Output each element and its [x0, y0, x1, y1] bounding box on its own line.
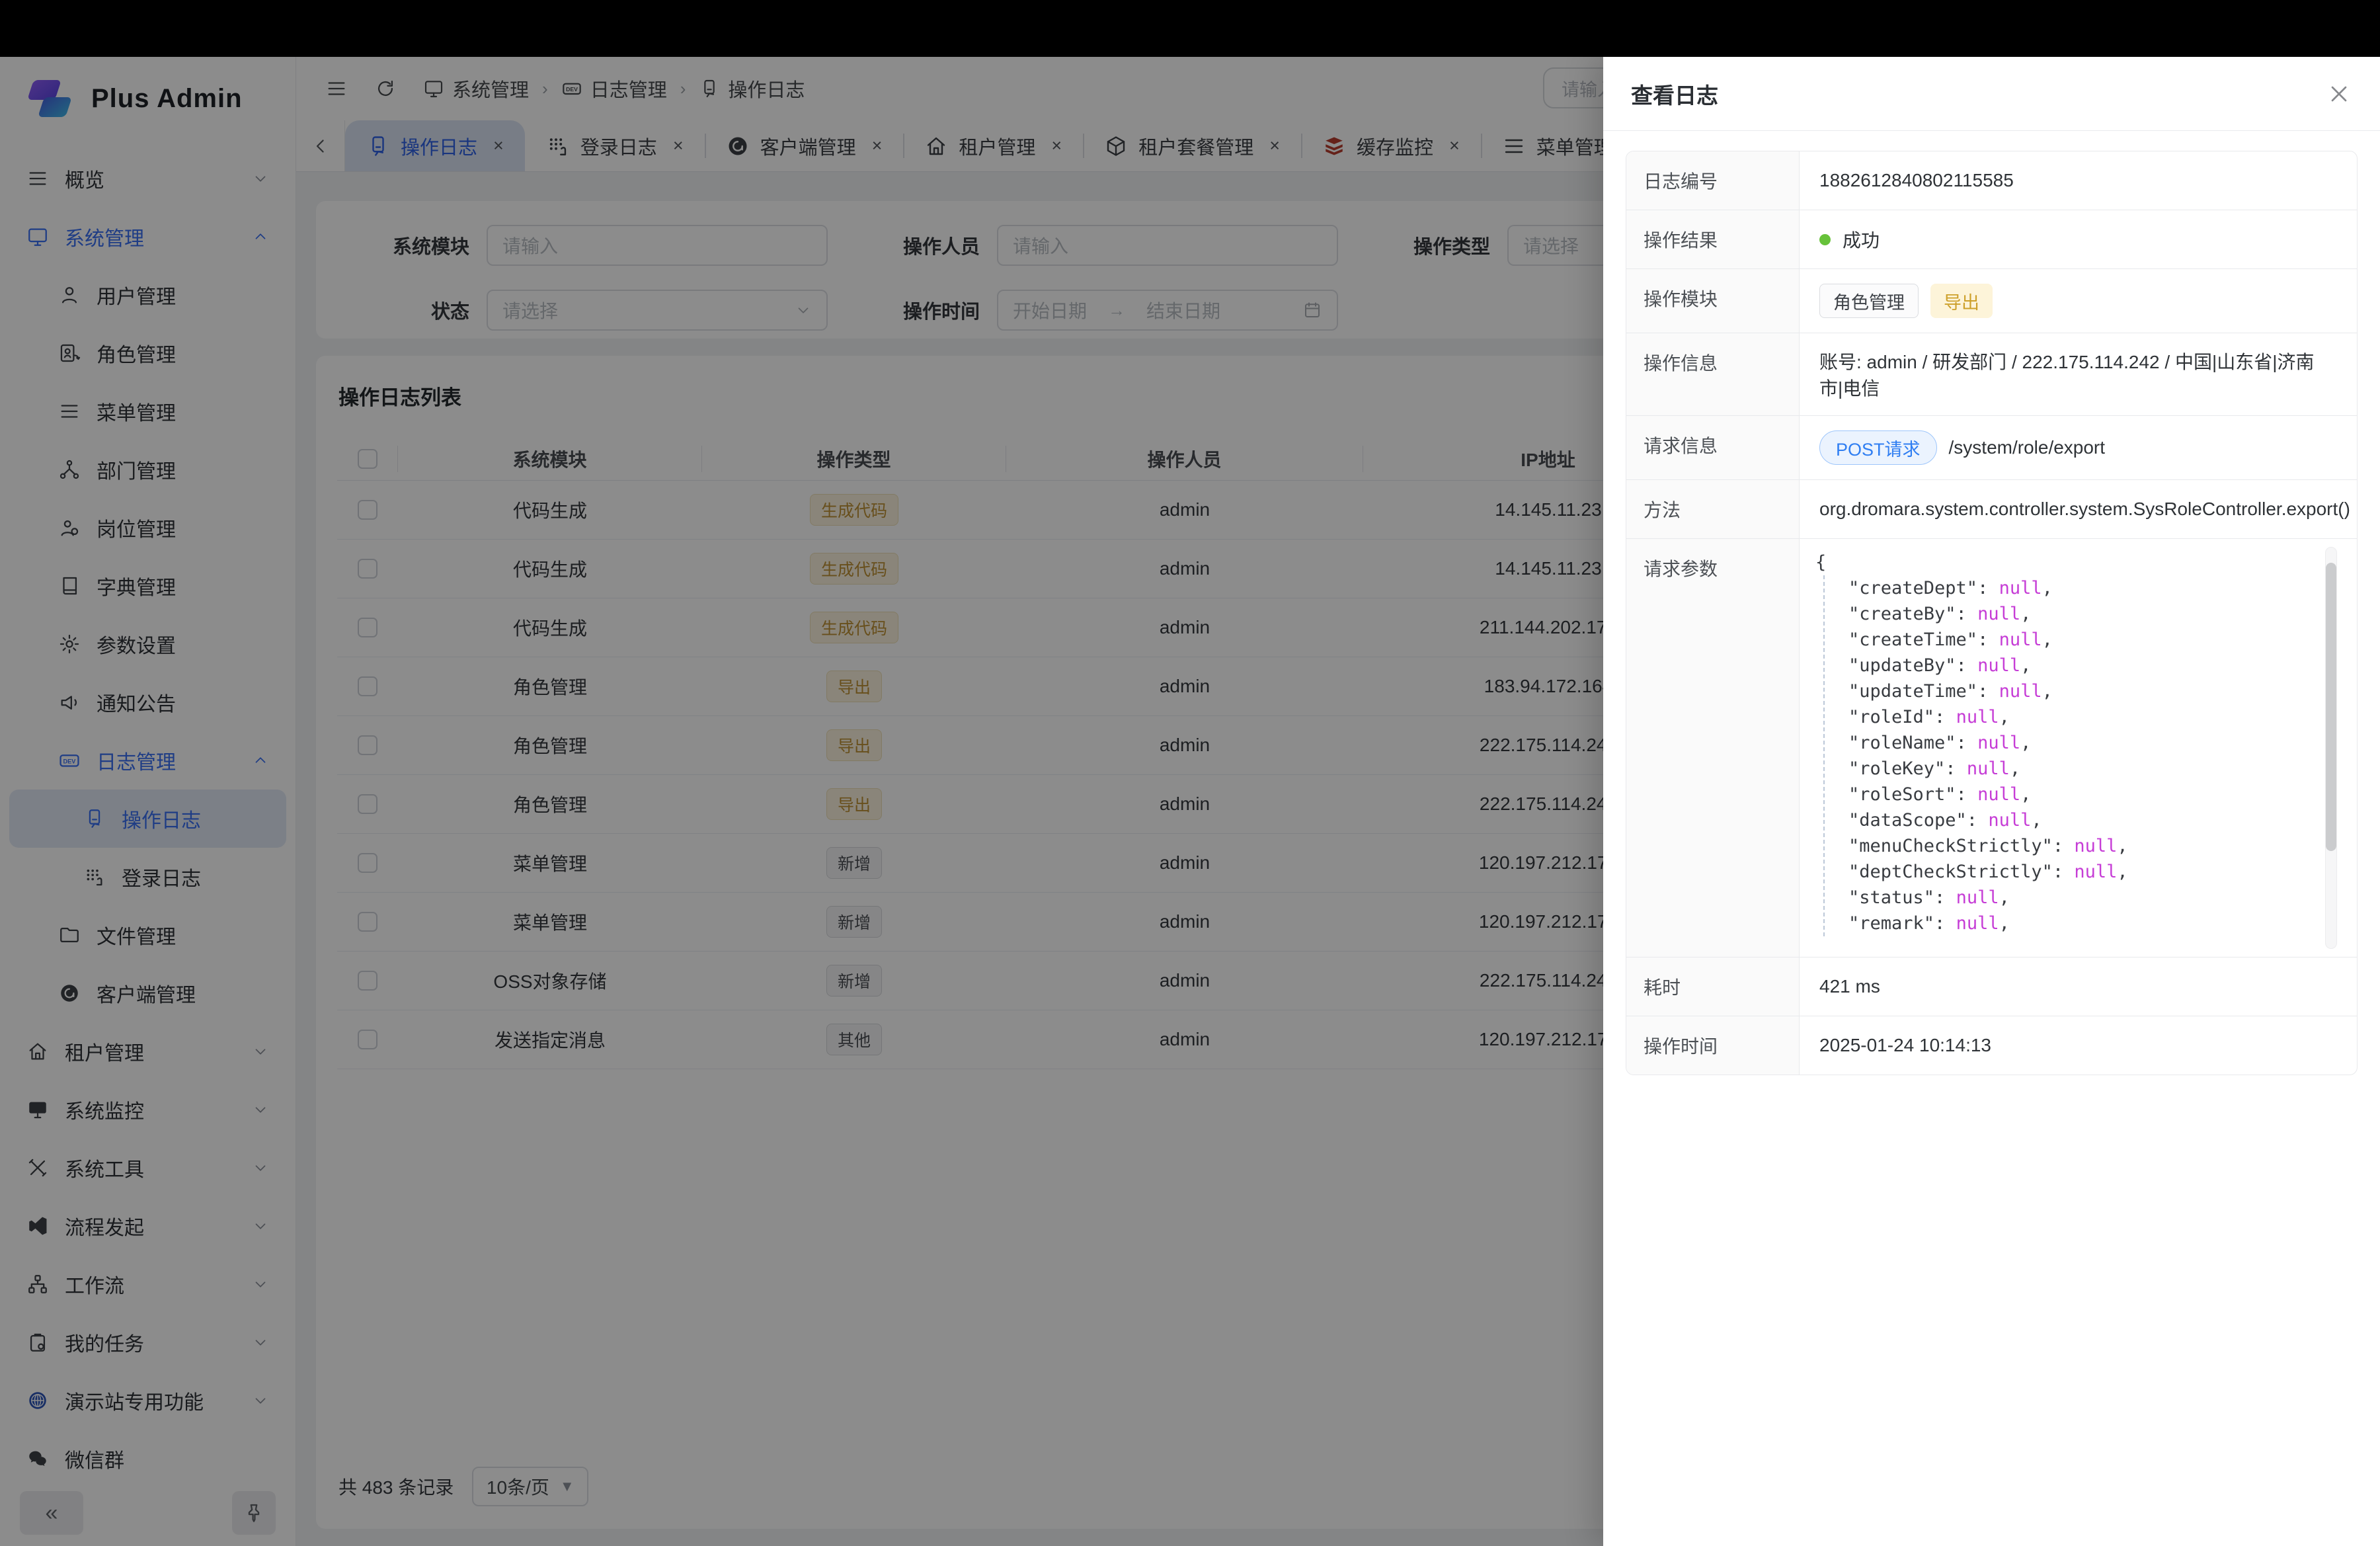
- detail-label: 日志编号: [1626, 151, 1800, 210]
- detail-value: POST请求 /system/role/export: [1800, 416, 2357, 479]
- json-line: "deptCheckStrictly": null,: [1848, 859, 2317, 885]
- detail-value: 1882612840802115585: [1800, 151, 2357, 210]
- json-line: "createBy": null,: [1848, 601, 2317, 627]
- module-tag-导出: 导出: [1930, 284, 1993, 318]
- json-open-brace: {: [1815, 549, 2317, 575]
- json-line: "createTime": null,: [1848, 627, 2317, 653]
- detail-value: 421 ms: [1800, 957, 2357, 1016]
- json-line: "dataScope": null,: [1848, 807, 2317, 833]
- json-line: "roleKey": null,: [1848, 756, 2317, 782]
- json-line: "roleId": null,: [1848, 704, 2317, 730]
- detail-row-params: 请求参数 { "createDept": null,"createBy": nu…: [1626, 539, 2357, 957]
- detail-row-result: 操作结果 成功: [1626, 210, 2357, 269]
- detail-row-duration: 耗时 421 ms: [1626, 957, 2357, 1016]
- close-icon[interactable]: [2326, 81, 2352, 107]
- request-params-json-viewer[interactable]: { "createDept": null,"createBy": null,"c…: [1800, 539, 2357, 957]
- detail-label: 操作结果: [1626, 210, 1800, 268]
- detail-label: 方法: [1626, 480, 1800, 538]
- json-line: "remark": null,: [1848, 911, 2317, 936]
- detail-row-time: 操作时间 2025-01-24 10:14:13: [1626, 1016, 2357, 1075]
- json-line: "roleName": null,: [1848, 730, 2317, 756]
- detail-row-method: 方法 org.dromara.system.controller.system.…: [1626, 480, 2357, 539]
- json-line: "status": null,: [1848, 885, 2317, 911]
- detail-label: 操作信息: [1626, 333, 1800, 415]
- json-line: "menuCheckStrictly": null,: [1848, 833, 2317, 859]
- json-body: "createDept": null,"createBy": null,"cre…: [1823, 575, 2317, 936]
- drawer-body: 日志编号 1882612840802115585 操作结果 成功 操作模块 角色…: [1603, 131, 2380, 1095]
- log-detail-table: 日志编号 1882612840802115585 操作结果 成功 操作模块 角色…: [1626, 151, 2358, 1075]
- detail-row-request: 请求信息 POST请求 /system/role/export: [1626, 416, 2357, 480]
- detail-value: 2025-01-24 10:14:13: [1800, 1016, 2357, 1075]
- json-line: "roleSort": null,: [1848, 782, 2317, 807]
- detail-value: 账号: admin / 研发部门 / 222.175.114.242 / 中国|…: [1800, 333, 2357, 415]
- detail-label: 操作模块: [1626, 269, 1800, 333]
- detail-value: org.dromara.system.controller.system.Sys…: [1800, 480, 2358, 538]
- view-log-drawer: 查看日志 日志编号 1882612840802115585 操作结果 成功 操作…: [1603, 57, 2380, 1546]
- detail-row-module: 操作模块 角色管理导出: [1626, 269, 2357, 333]
- request-url: /system/role/export: [1949, 437, 2106, 458]
- detail-label: 请求信息: [1626, 416, 1800, 479]
- json-line: "updateBy": null,: [1848, 653, 2317, 678]
- post-method-tag: POST请求: [1819, 430, 1937, 465]
- json-line: "createDept": null,: [1848, 575, 2317, 601]
- json-line: "updateTime": null,: [1848, 678, 2317, 704]
- detail-label: 操作时间: [1626, 1016, 1800, 1075]
- detail-row-info: 操作信息 账号: admin / 研发部门 / 222.175.114.242 …: [1626, 333, 2357, 416]
- module-tag-角色管理: 角色管理: [1819, 284, 1919, 318]
- json-scrollbar-thumb[interactable]: [2326, 563, 2336, 851]
- drawer-title: 查看日志: [1631, 78, 1718, 110]
- detail-label: 耗时: [1626, 957, 1800, 1016]
- detail-row-log-id: 日志编号 1882612840802115585: [1626, 151, 2357, 210]
- detail-value: 角色管理导出: [1800, 269, 2357, 333]
- result-text: 成功: [1843, 226, 1880, 253]
- success-dot-icon: [1819, 234, 1831, 245]
- drawer-header: 查看日志: [1603, 57, 2380, 131]
- detail-label: 请求参数: [1626, 539, 1800, 957]
- detail-value: 成功: [1800, 210, 2357, 268]
